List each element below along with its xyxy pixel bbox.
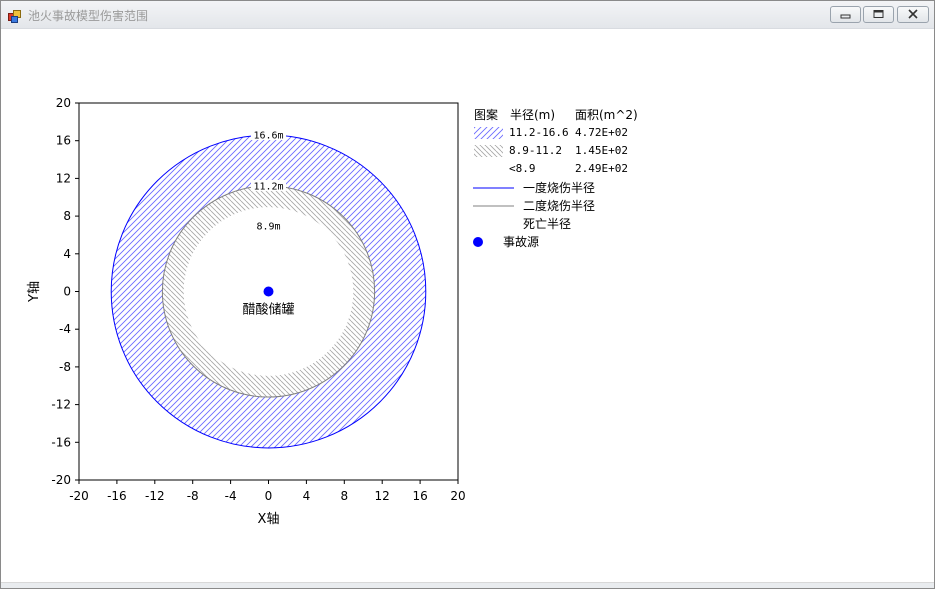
x-tick-label: 12: [375, 489, 390, 503]
x-tick-label: -12: [145, 489, 165, 503]
legend-line-first-degree-label: 一度烧伤半径: [523, 180, 595, 195]
y-tick-label: -8: [59, 360, 71, 374]
maximize-icon: [873, 10, 884, 18]
x-tick-label: -20: [69, 489, 89, 503]
legend-line-second-degree-label: 二度烧伤半径: [523, 198, 595, 213]
chart: 16.6m 11.2m 8.9m 醋酸储罐 -20 -16 -12 -8 -4 0 4 8 12 16 2…: [27, 96, 638, 527]
title-bar[interactable]: 池火事故模型伤害范围: [1, 1, 934, 29]
x-tick-label: 20: [450, 489, 465, 503]
close-icon: [908, 9, 918, 19]
circle-label-first-degree: 16.6m: [253, 131, 283, 142]
y-tick-label: 4: [63, 247, 71, 261]
y-tick-label: -12: [51, 398, 71, 412]
legend-zone-1-area: 4.72E+02: [575, 126, 628, 139]
close-button[interactable]: [897, 6, 929, 23]
app-window: 池火事故模型伤害范围 16.6m 11.2m 8.9m 醋酸储罐 -20 -16…: [0, 0, 935, 589]
y-axis-label: Y轴: [27, 281, 42, 303]
legend-zone-3-range: <8.9: [509, 162, 536, 175]
legend: 图案 半径(m) 面积(m^2) 11.2-16.6 4.72E+02 8.9-…: [473, 107, 638, 249]
x-tick-label: 8: [340, 489, 348, 503]
x-tick-label: 4: [303, 489, 311, 503]
y-tick-label: 20: [56, 96, 71, 110]
minimize-button[interactable]: [830, 6, 861, 23]
maximize-button[interactable]: [863, 6, 894, 23]
legend-line-death-label: 死亡半径: [523, 217, 571, 231]
legend-swatch-zone-1: [474, 127, 503, 139]
y-tick-label: 12: [56, 171, 71, 185]
accident-source-label: 醋酸储罐: [242, 302, 294, 318]
y-tick-label: 0: [63, 285, 71, 299]
legend-source-marker: [473, 237, 483, 247]
legend-zone-1-range: 11.2-16.6: [509, 126, 569, 139]
x-axis-label: X轴: [258, 512, 280, 527]
legend-zone-2-range: 8.9-11.2: [509, 144, 562, 157]
legend-header-radius: 半径(m): [510, 108, 555, 122]
circle-label-second-degree: 11.2m: [253, 181, 283, 192]
y-tick-label: 8: [63, 209, 71, 223]
legend-header-pattern: 图案: [474, 107, 498, 122]
y-tick-label: 16: [56, 134, 71, 148]
legend-source-label: 事故源: [503, 234, 539, 249]
x-tick-label: 16: [412, 489, 427, 503]
y-tick-label: -20: [51, 473, 71, 487]
x-tick-label: -16: [107, 489, 127, 503]
legend-header-area: 面积(m^2): [575, 108, 638, 122]
legend-zone-2-area: 1.45E+02: [575, 144, 628, 157]
minimize-icon: [840, 14, 851, 19]
window-title: 池火事故模型伤害范围: [28, 9, 149, 23]
x-tick-label: 0: [265, 489, 273, 503]
legend-swatch-zone-2: [474, 145, 503, 157]
window-bottom-edge: [1, 582, 934, 588]
accident-source-marker: [263, 286, 274, 297]
x-tick-label: -8: [187, 489, 199, 503]
y-tick-label: -16: [51, 435, 71, 449]
x-tick-label: -4: [225, 489, 237, 503]
circle-label-death: 8.9m: [256, 222, 280, 233]
app-icon: [8, 8, 21, 23]
legend-zone-3-area: 2.49E+02: [575, 162, 628, 175]
y-tick-label: -4: [59, 322, 71, 336]
